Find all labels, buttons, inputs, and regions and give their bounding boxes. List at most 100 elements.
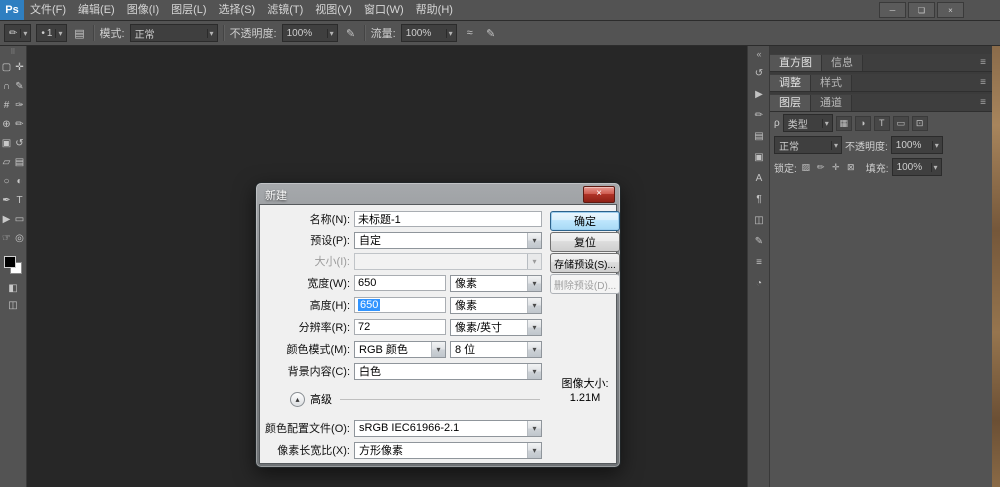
dialog-titlebar[interactable]: 新建 ×	[259, 185, 617, 204]
pen-tool[interactable]: ✒	[0, 191, 13, 210]
properties-panel-icon[interactable]: ≡	[751, 255, 767, 269]
lock-image-icon[interactable]: ✏	[815, 161, 827, 173]
healing-brush-tool[interactable]: ⊕	[0, 115, 13, 134]
clone-stamp-tool[interactable]: ▣	[0, 134, 13, 153]
filter-shape-layers-icon[interactable]: ▭	[892, 115, 909, 131]
lock-position-icon[interactable]: ✛	[830, 161, 842, 173]
blend-mode-select[interactable]: 正常 ▾	[129, 24, 218, 42]
rectangular-marquee-tool[interactable]: ▢	[0, 58, 13, 77]
lock-transparency-icon[interactable]: ▨	[800, 161, 812, 173]
color-mode-select[interactable]: RGB 颜色 ▾	[354, 340, 446, 358]
height-input[interactable]: 650	[354, 297, 446, 313]
menu-filter[interactable]: 滤镜(T)	[261, 0, 309, 20]
eraser-tool[interactable]: ▱	[0, 153, 13, 172]
quick-mask-icon[interactable]: ◧	[6, 282, 20, 295]
minimize-button[interactable]: ─	[879, 2, 906, 18]
tab-adjustments[interactable]: 调整	[770, 75, 811, 91]
height-unit-select[interactable]: 像素 ▾	[450, 296, 542, 314]
menu-window[interactable]: 窗口(W)	[358, 0, 410, 20]
brush-presets-panel-icon[interactable]: ▤	[751, 129, 767, 143]
filter-adjustment-layers-icon[interactable]: ◑	[854, 115, 871, 131]
tab-styles[interactable]: 样式	[811, 75, 852, 91]
zoom-tool[interactable]: ◎	[13, 229, 26, 248]
expand-panels-icon[interactable]: «	[756, 49, 761, 59]
path-selection-tool[interactable]: ▶	[0, 210, 13, 229]
layer-comps-panel-icon[interactable]: ◫	[751, 213, 767, 227]
layer-opacity-select[interactable]: 100% ▾	[890, 136, 943, 154]
advanced-toggle[interactable]: ▴	[290, 391, 305, 407]
layer-filter-select[interactable]: 类型 ▾	[782, 114, 833, 132]
menu-select[interactable]: 选择(S)	[213, 0, 262, 20]
tab-layers[interactable]: 图层	[770, 95, 811, 111]
color-profile-select[interactable]: sRGB IEC61966-2.1 ▾	[354, 419, 542, 437]
menu-layer[interactable]: 图层(L)	[165, 0, 212, 20]
clone-source-panel-icon[interactable]: ▣	[751, 150, 767, 164]
hand-tool[interactable]: ☞	[0, 229, 13, 248]
panel-menu-icon[interactable]: ≡	[980, 95, 992, 111]
airbrush-icon[interactable]: ≈	[462, 25, 478, 41]
width-unit-select[interactable]: 像素 ▾	[450, 274, 542, 292]
foreground-color-swatch[interactable]	[4, 256, 16, 268]
eyedropper-tool[interactable]: ✑	[13, 96, 26, 115]
dodge-tool[interactable]: ◐	[13, 172, 26, 191]
pixel-aspect-select[interactable]: 方形像素 ▾	[354, 441, 542, 459]
name-input[interactable]: 未标题-1	[354, 211, 542, 227]
pressure-opacity-icon[interactable]: ✎	[343, 25, 359, 41]
filter-pixel-layers-icon[interactable]: ▦	[835, 115, 852, 131]
reset-button[interactable]: 复位	[550, 232, 620, 252]
lasso-tool[interactable]: ∩	[0, 77, 13, 96]
move-tool[interactable]: ✛	[13, 58, 26, 77]
gradient-tool[interactable]: ▤	[13, 153, 26, 172]
dialog-close-button[interactable]: ×	[583, 186, 615, 203]
crop-tool[interactable]: #	[0, 96, 13, 115]
notes-panel-icon[interactable]: ✎	[751, 234, 767, 248]
tab-channels[interactable]: 通道	[811, 95, 852, 111]
lock-all-icon[interactable]: ⊠	[845, 161, 857, 173]
menu-edit[interactable]: 编辑(E)	[72, 0, 121, 20]
brush-tool[interactable]: ✏	[13, 115, 26, 134]
menu-help[interactable]: 帮助(H)	[410, 0, 459, 20]
history-panel-icon[interactable]: ↺	[751, 66, 767, 80]
panel-menu-icon[interactable]: ≡	[980, 75, 992, 91]
background-contents-select[interactable]: 白色 ▾	[354, 362, 542, 380]
bit-depth-select[interactable]: 8 位 ▾	[450, 340, 542, 358]
filter-type-layers-icon[interactable]: T	[873, 115, 890, 131]
color-swatches[interactable]	[4, 256, 22, 274]
width-input[interactable]: 650	[354, 275, 446, 291]
tab-info[interactable]: 信息	[822, 55, 863, 71]
menu-file[interactable]: 文件(F)	[24, 0, 72, 20]
brush-panel-icon[interactable]: ✏	[751, 108, 767, 122]
delete-preset-button[interactable]: 删除预设(D)...	[550, 274, 620, 294]
timeline-panel-icon[interactable]: ◔	[751, 276, 767, 290]
resolution-unit-select[interactable]: 像素/英寸 ▾	[450, 318, 542, 336]
pressure-size-icon[interactable]: ✎	[483, 25, 499, 41]
history-brush-tool[interactable]: ↺	[13, 134, 26, 153]
panel-menu-icon[interactable]: ≡	[980, 55, 992, 71]
filter-smart-objects-icon[interactable]: ⊡	[911, 115, 928, 131]
resolution-input[interactable]: 72	[354, 319, 446, 335]
shape-tool[interactable]: ▭	[13, 210, 26, 229]
paragraph-panel-icon[interactable]: ¶	[751, 192, 767, 206]
preset-select[interactable]: 自定 ▾	[354, 231, 542, 249]
tool-preset-picker[interactable]: ✏ ▾	[4, 24, 32, 42]
ok-button[interactable]: 确定	[550, 211, 620, 231]
menu-image[interactable]: 图像(I)	[121, 0, 165, 20]
brush-size-picker[interactable]: • 1 ▾	[36, 24, 67, 42]
close-window-button[interactable]: ×	[937, 2, 964, 18]
tab-histogram[interactable]: 直方图	[770, 55, 822, 71]
screen-mode-icon[interactable]: ◫	[6, 299, 20, 312]
character-panel-icon[interactable]: A	[751, 171, 767, 185]
blur-tool[interactable]: ○	[0, 172, 13, 191]
actions-panel-icon[interactable]: ▶	[751, 87, 767, 101]
layer-blend-mode-select[interactable]: 正常 ▾	[774, 136, 842, 154]
type-tool[interactable]: T	[13, 191, 26, 210]
layer-fill-select[interactable]: 100% ▾	[891, 158, 942, 176]
menu-view[interactable]: 视图(V)	[309, 0, 358, 20]
toolbar-grip[interactable]: ⠿	[10, 48, 15, 58]
save-preset-button[interactable]: 存储预设(S)...	[550, 253, 620, 273]
restore-button[interactable]: ❏	[908, 2, 935, 18]
flow-select[interactable]: 100% ▾	[400, 24, 457, 42]
quick-selection-tool[interactable]: ✎	[13, 77, 26, 96]
toggle-brush-panel-icon[interactable]: ▤	[72, 25, 88, 41]
opacity-select[interactable]: 100% ▾	[281, 24, 338, 42]
